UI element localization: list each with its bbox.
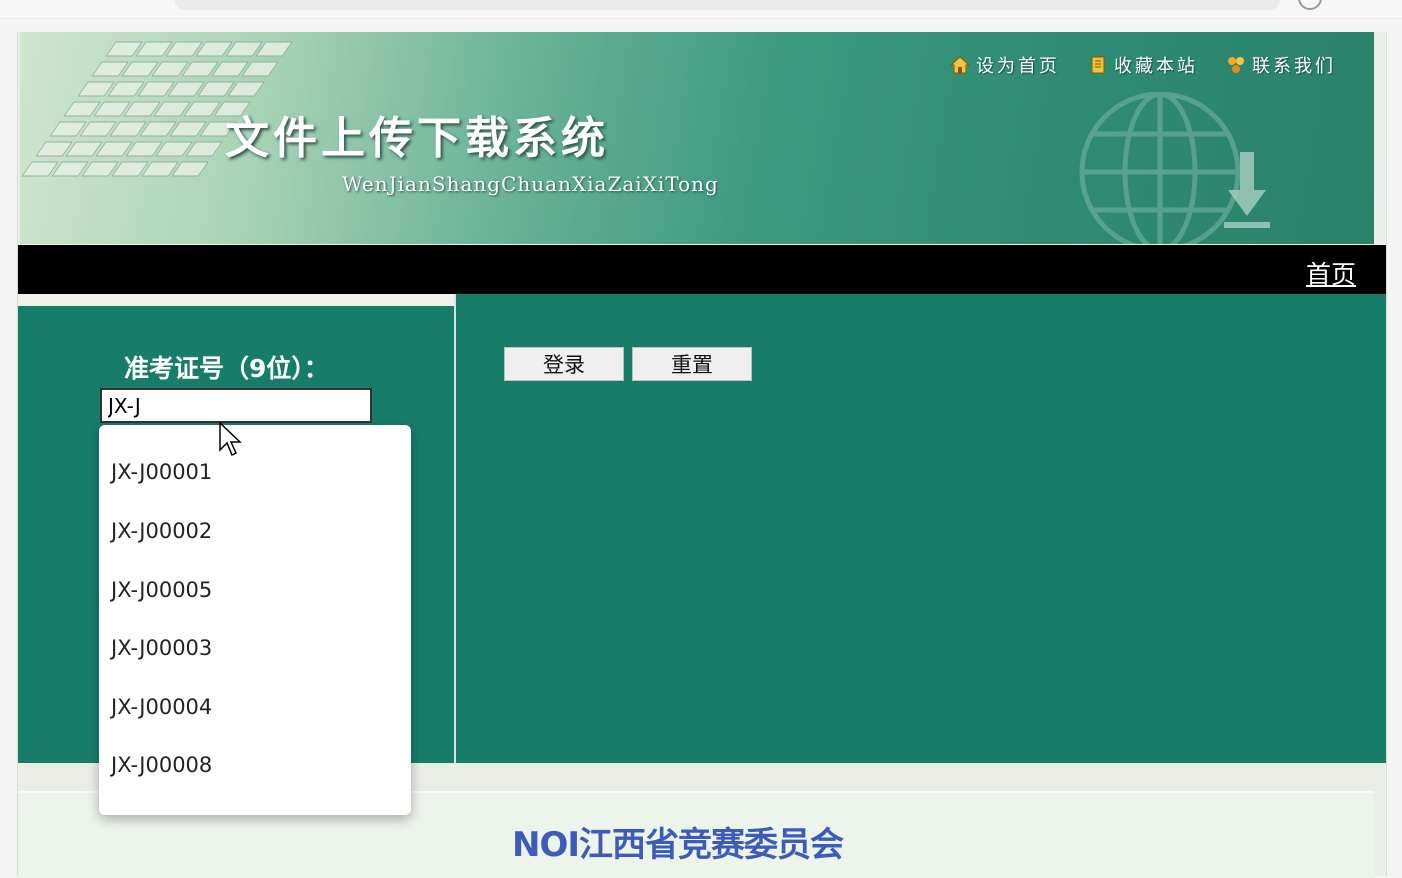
home-icon <box>950 56 970 74</box>
top-links: 设为首页 收藏本站 联系我们 <box>950 52 1336 78</box>
action-panel: 登录 重置 <box>456 294 1386 763</box>
globe-download-icon <box>1079 92 1270 244</box>
bookmark-site-label: 收藏本站 <box>1114 56 1198 77</box>
bookmark-icon <box>1091 56 1105 74</box>
site-subtitle: WenJianShangChuanXiaZaiXiTong <box>342 172 719 196</box>
browser-toolbar <box>0 0 1402 19</box>
reset-button[interactable]: 重置 <box>632 347 752 381</box>
address-bar[interactable] <box>175 0 1280 10</box>
nav-home-link[interactable]: 首页 <box>1306 255 1356 291</box>
autocomplete-option[interactable]: JX-J00005 <box>111 572 391 608</box>
autocomplete-option[interactable]: JX-J00008 <box>111 747 391 783</box>
autocomplete-option[interactable]: JX-J00001 <box>111 454 391 490</box>
autocomplete-option[interactable]: JX-J00004 <box>111 689 391 725</box>
contact-us-label: 联系我们 <box>1252 56 1336 77</box>
set-homepage-label: 设为首页 <box>976 56 1060 77</box>
login-button[interactable]: 登录 <box>504 347 624 381</box>
browser-menu-icon[interactable] <box>1298 0 1322 10</box>
autocomplete-option[interactable]: JX-J00003 <box>111 630 391 666</box>
set-homepage-link[interactable]: 设为首页 <box>950 52 1060 78</box>
autocomplete-dropdown: JX-J00001 JX-J00002 JX-J00005 JX-J00003 … <box>99 425 411 815</box>
autocomplete-option[interactable]: JX-J00002 <box>111 513 391 549</box>
panel-top-strip <box>18 294 454 306</box>
contact-us-link[interactable]: 联系我们 <box>1226 52 1336 78</box>
header-banner: 文件上传下载系统 WenJianShangChuanXiaZaiXiTong 设… <box>20 32 1374 244</box>
contact-icon <box>1228 57 1244 73</box>
bookmark-site-link[interactable]: 收藏本站 <box>1088 52 1198 78</box>
mouse-cursor-icon <box>219 422 242 457</box>
nav-bar: 首页 <box>18 245 1386 294</box>
footer-organization: NOI江西省竞赛委员会 <box>512 825 844 865</box>
exam-id-input[interactable] <box>100 388 372 423</box>
exam-id-label: 准考证号（9位）： <box>124 354 329 383</box>
site-title: 文件上传下载系统 <box>225 113 609 164</box>
